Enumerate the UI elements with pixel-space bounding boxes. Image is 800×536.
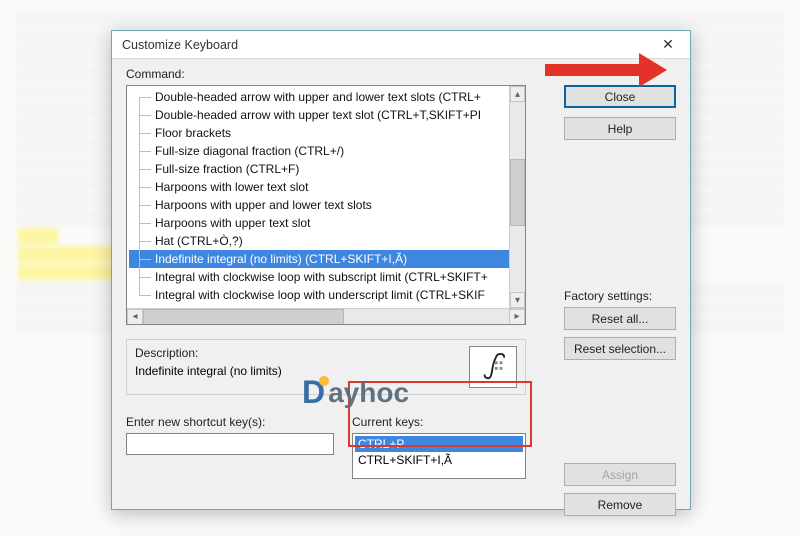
enter-shortcut-label: Enter new shortcut key(s): [126,415,265,429]
command-item[interactable]: Full-size diagonal fraction (CTRL+/) [129,142,521,160]
command-item[interactable]: Double-headed arrow with upper text slot… [129,106,521,124]
reset-selection-button[interactable]: Reset selection... [564,337,676,360]
horizontal-scrollbar[interactable]: ◂ ▸ [127,308,525,324]
close-icon[interactable]: ✕ [646,31,690,59]
current-key-item[interactable]: CTRL+SKIFT+I,Ã [355,452,523,468]
dialog-title: Customize Keyboard [122,38,238,52]
description-text: Indefinite integral (no limits) [135,364,282,378]
current-keys-label: Current keys: [352,415,423,429]
command-item[interactable]: Integral with clockwise loop with unders… [129,286,521,304]
assign-button[interactable]: Assign [564,463,676,486]
scroll-up-icon[interactable]: ▴ [510,86,525,102]
close-button[interactable]: Close [564,85,676,108]
current-keys-list[interactable]: CTRL+P CTRL+SKIFT+I,Ã [352,433,526,479]
command-label: Command: [126,67,185,81]
scroll-track[interactable] [143,309,509,325]
command-tree[interactable]: Double-headed arrow with upper and lower… [126,85,526,325]
customize-keyboard-dialog: Customize Keyboard ✕ Command: Double-hea… [111,30,691,510]
command-item[interactable]: Double-headed arrow with upper and lower… [129,88,521,106]
scroll-track[interactable] [510,102,525,292]
description-label: Description: [135,346,461,360]
factory-settings-label: Factory settings: [564,289,676,303]
remove-button[interactable]: Remove [564,493,676,516]
scroll-thumb[interactable] [510,159,525,226]
enter-shortcut-input[interactable] [126,433,334,455]
command-item[interactable]: Harpoons with upper and lower text slots [129,196,521,214]
scroll-down-icon[interactable]: ▾ [510,292,525,308]
command-item[interactable]: Integral with clockwise loop with subscr… [129,268,521,286]
scroll-thumb[interactable] [143,309,344,325]
command-item-selected[interactable]: Indefinite integral (no limits) (CTRL+SK… [129,250,521,268]
titlebar[interactable]: Customize Keyboard ✕ [112,31,690,59]
help-button[interactable]: Help [564,117,676,140]
scroll-right-icon[interactable]: ▸ [509,309,525,325]
integral-icon [478,352,508,382]
command-item[interactable]: Full-size fraction (CTRL+F) [129,160,521,178]
command-item[interactable]: Harpoons with upper text slot [129,214,521,232]
scroll-left-icon[interactable]: ◂ [127,309,143,325]
symbol-preview [469,346,517,388]
command-item[interactable]: Floor brackets [129,124,521,142]
dialog-content: Command: Double-headed arrow with upper … [112,59,690,509]
vertical-scrollbar[interactable]: ▴ ▾ [509,86,525,308]
command-item[interactable]: Hat (CTRL+Ò,?) [129,232,521,250]
command-tree-list[interactable]: Double-headed arrow with upper and lower… [127,86,525,324]
description-group: Description: Indefinite integral (no lim… [126,339,526,395]
command-item[interactable]: Harpoons with lower text slot [129,178,521,196]
reset-all-button[interactable]: Reset all... [564,307,676,330]
current-key-item[interactable]: CTRL+P [355,436,523,452]
